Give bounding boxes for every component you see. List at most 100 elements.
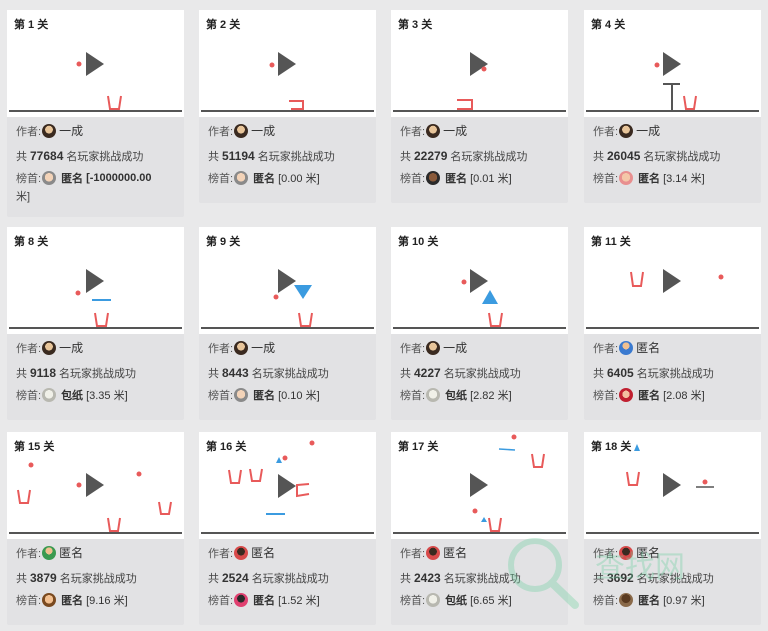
author-label: 作者: xyxy=(400,125,426,138)
total-prefix: 共 xyxy=(16,368,27,380)
total-suffix: 名玩家挑战成功 xyxy=(450,151,528,163)
rank-name[interactable]: 匿名 xyxy=(638,170,660,186)
author-name[interactable]: 一成 xyxy=(59,339,83,356)
rank-name[interactable]: 匿名 xyxy=(253,170,275,186)
author-label: 作者: xyxy=(400,547,426,560)
rank-value: [6.65 米] xyxy=(470,595,512,607)
avatar xyxy=(426,171,441,185)
level-preview[interactable]: 第 2 关 xyxy=(199,10,376,117)
avatar xyxy=(234,388,249,402)
level-preview[interactable]: 第 15 关 xyxy=(7,432,184,539)
author-label: 作者: xyxy=(16,342,42,355)
success-count: 3879 xyxy=(30,571,57,585)
author-label: 作者: xyxy=(208,125,234,138)
author-name[interactable]: 匿名 xyxy=(59,544,83,561)
author-name[interactable]: 一成 xyxy=(443,122,467,139)
avatar xyxy=(234,340,249,355)
level-title: 第 9 关 xyxy=(206,236,241,248)
level-title: 第 3 关 xyxy=(398,19,433,31)
level-preview[interactable]: 第 1 关 xyxy=(7,10,184,117)
level-title: 第 2 关 xyxy=(206,19,241,31)
total-prefix: 共 xyxy=(208,573,219,585)
total-suffix: 名玩家挑战成功 xyxy=(251,573,329,585)
rank-label: 榜首: xyxy=(16,173,42,185)
total-prefix: 共 xyxy=(16,151,27,163)
rank-name[interactable]: 包纸 xyxy=(445,592,467,608)
level-card[interactable]: 第 11 关 作者: 匿名 共 6405 名玩家挑战成功 榜首: 匿名 [2.08 米] xyxy=(584,227,761,420)
rank-name[interactable]: 匿名 xyxy=(253,592,275,608)
rank-name[interactable]: 匿名 xyxy=(61,592,83,608)
rank-name[interactable]: 匿名 xyxy=(61,170,83,186)
avatar xyxy=(234,171,249,185)
total-suffix: 名玩家挑战成功 xyxy=(66,151,144,163)
total-prefix: 共 xyxy=(400,573,411,585)
level-card[interactable]: 第 3 关 作者: 一成 共 22279 名玩家挑战成功 榜首: 匿名 [0.01 米] xyxy=(391,10,568,203)
level-title: 第 15 关 xyxy=(14,441,55,453)
success-count: 9118 xyxy=(30,366,57,380)
level-preview[interactable]: 第 4 关 xyxy=(584,10,761,117)
author-name[interactable]: 匿名 xyxy=(251,544,275,561)
author-name[interactable]: 匿名 xyxy=(443,544,467,561)
rank-name[interactable]: 匿名 xyxy=(638,387,660,403)
level-preview[interactable]: 第 9 关 xyxy=(199,227,376,334)
author-label: 作者: xyxy=(593,125,619,138)
level-card[interactable]: 第 9 关 作者: 一成 共 8443 名玩家挑战成功 榜首: 匿名 [0.10 米] xyxy=(199,227,376,420)
level-card[interactable]: 第 16 关 作者: 匿名 共 2524 名玩家挑战成功 榜首: 匿名 [1.52 米] xyxy=(199,432,376,625)
author-name[interactable]: 匿名 xyxy=(636,544,660,561)
avatar xyxy=(42,388,57,402)
total-suffix: 名玩家挑战成功 xyxy=(443,573,521,585)
rank-label: 榜首: xyxy=(208,595,234,607)
level-grid: 第 1 关 作者: 一成 共 77684 名玩家挑战成功 榜首: 匿名 [-1000000… xyxy=(0,0,768,631)
rank-name[interactable]: 包纸 xyxy=(61,387,83,403)
level-preview[interactable]: 第 16 关 xyxy=(199,432,376,539)
rank-name[interactable]: 匿名 xyxy=(638,592,660,608)
total-suffix: 名玩家挑战成功 xyxy=(636,368,714,380)
level-preview[interactable]: 第 8 关 xyxy=(7,227,184,334)
author-label: 作者: xyxy=(593,342,619,355)
level-preview[interactable]: 第 17 关 xyxy=(391,432,568,539)
author-name[interactable]: 一成 xyxy=(251,122,275,139)
level-card[interactable]: 第 10 关 作者: 一成 共 4227 名玩家挑战成功 榜首: 包纸 [2.82 米] xyxy=(391,227,568,420)
level-card[interactable]: 第 18 关 作者: 匿名 共 3692 名玩家挑战成功 榜首: 匿名 [0.97 米] xyxy=(584,432,761,625)
level-card[interactable]: 第 4 关 作者: 一成 共 26045 名玩家挑战成功 榜首: 匿名 [3.14 米] xyxy=(584,10,761,203)
avatar xyxy=(426,340,441,355)
level-card[interactable]: 第 8 关 作者: 一成 共 9118 名玩家挑战成功 榜首: 包纸 [3.35 米] xyxy=(7,227,184,420)
level-card[interactable]: 第 17 关 作者: 匿名 共 2423 名玩家挑战成功 榜首: 包纸 [6.65 米] xyxy=(391,432,568,625)
success-count: 51194 xyxy=(222,149,255,163)
rank-name[interactable]: 包纸 xyxy=(445,387,467,403)
rank-value: [1.52 米] xyxy=(278,595,320,607)
total-suffix: 名玩家挑战成功 xyxy=(251,368,329,380)
level-title: 第 1 关 xyxy=(14,19,49,31)
success-count: 6405 xyxy=(607,366,634,380)
rank-value: [0.10 米] xyxy=(278,390,320,402)
rank-label: 榜首: xyxy=(208,390,234,402)
rank-name[interactable]: 匿名 xyxy=(445,170,467,186)
level-card[interactable]: 第 15 关 作者: 匿名 共 3879 名玩家挑战成功 榜首: 匿名 [9.16 米] xyxy=(7,432,184,625)
rank-label: 榜首: xyxy=(208,173,234,185)
author-name[interactable]: 一成 xyxy=(443,339,467,356)
target-cup xyxy=(107,95,122,110)
play-icon xyxy=(86,52,104,76)
author-name[interactable]: 一成 xyxy=(636,122,660,139)
author-label: 作者: xyxy=(208,547,234,560)
level-card[interactable]: 第 2 关 作者: 一成 共 51194 名玩家挑战成功 榜首: 匿名 [0.00 米] xyxy=(199,10,376,203)
avatar xyxy=(619,593,634,607)
level-preview[interactable]: 第 10 关 xyxy=(391,227,568,334)
success-count: 3692 xyxy=(607,571,634,585)
level-card[interactable]: 第 1 关 作者: 一成 共 77684 名玩家挑战成功 榜首: 匿名 [-1000000… xyxy=(7,10,184,217)
level-title: 第 17 关 xyxy=(398,441,439,453)
level-preview[interactable]: 第 18 关 xyxy=(584,432,761,539)
level-title: 第 10 关 xyxy=(398,236,439,248)
total-prefix: 共 xyxy=(593,368,604,380)
avatar xyxy=(234,593,249,607)
level-title: 第 8 关 xyxy=(14,236,49,248)
rank-value: [9.16 米] xyxy=(86,595,128,607)
total-prefix: 共 xyxy=(208,368,219,380)
level-preview[interactable]: 第 11 关 xyxy=(584,227,761,334)
rank-label: 榜首: xyxy=(16,390,42,402)
author-name[interactable]: 一成 xyxy=(59,122,83,139)
rank-name[interactable]: 匿名 xyxy=(253,387,275,403)
level-preview[interactable]: 第 3 关 xyxy=(391,10,568,117)
author-name[interactable]: 一成 xyxy=(251,339,275,356)
author-name[interactable]: 匿名 xyxy=(636,339,660,356)
